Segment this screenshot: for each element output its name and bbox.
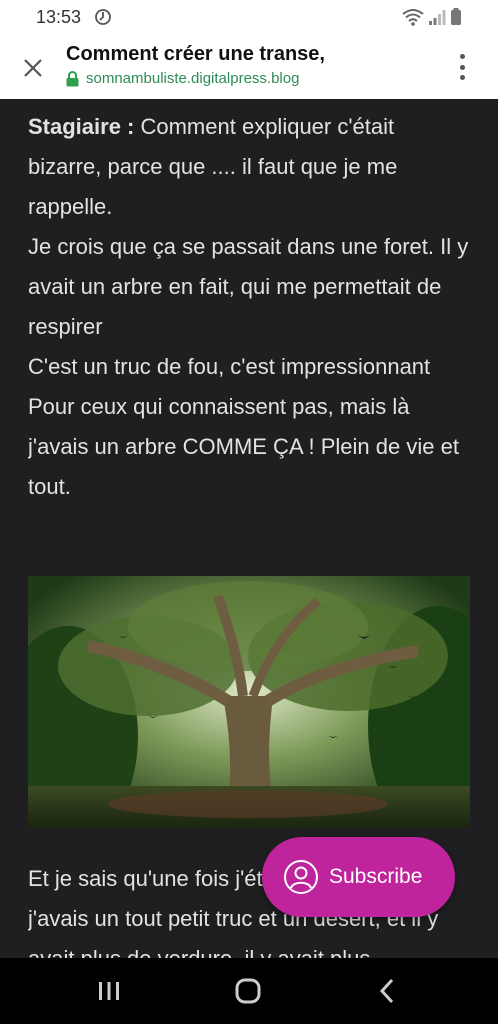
recent-apps-icon [99,982,119,1000]
speaker-label: Stagiaire : [28,114,135,139]
battery-icon [450,8,462,31]
browser-toolbar: Comment créer une transe, somnambuliste.… [0,36,498,99]
paragraph-line: Je crois que ça se passait dans une fore… [28,234,469,339]
user-icon [284,860,318,894]
article-content: Stagiaire : Comment expliquer c'était bi… [28,99,473,959]
subscribe-button[interactable]: Subscribe [262,837,455,917]
navigation-bar [0,958,498,1024]
status-icons [402,8,462,31]
url-text: somnambuliste.digitalpress.blog [86,70,300,87]
subscribe-label: Subscribe [329,865,423,888]
wifi-icon [402,8,424,31]
lock-icon [66,70,79,86]
back-button[interactable] [372,978,402,1004]
article-image-tree [28,576,470,828]
home-icon [235,978,261,1004]
recent-apps-button[interactable] [94,978,124,1004]
paragraph-line: Pour ceux qui connaissent pas, mais là j… [28,394,459,499]
back-icon [379,978,394,1004]
url-row[interactable]: somnambuliste.digitalpress.blog [66,70,299,87]
status-bar: 13:53 [0,0,498,36]
signal-icon [428,8,446,31]
paragraph-line: C'est un truc de fou, c'est impressionna… [28,354,431,379]
close-button[interactable] [18,53,48,83]
status-time: 13:53 [36,7,82,27]
more-vert-icon [459,54,465,59]
page-title: Comment créer une transe, [66,43,325,65]
close-icon [24,59,42,77]
home-button[interactable] [233,978,263,1004]
more-options-button[interactable] [452,54,472,80]
do-not-disturb-icon [94,8,112,31]
article-paragraph: Stagiaire : Comment expliquer c'était bi… [28,99,473,507]
